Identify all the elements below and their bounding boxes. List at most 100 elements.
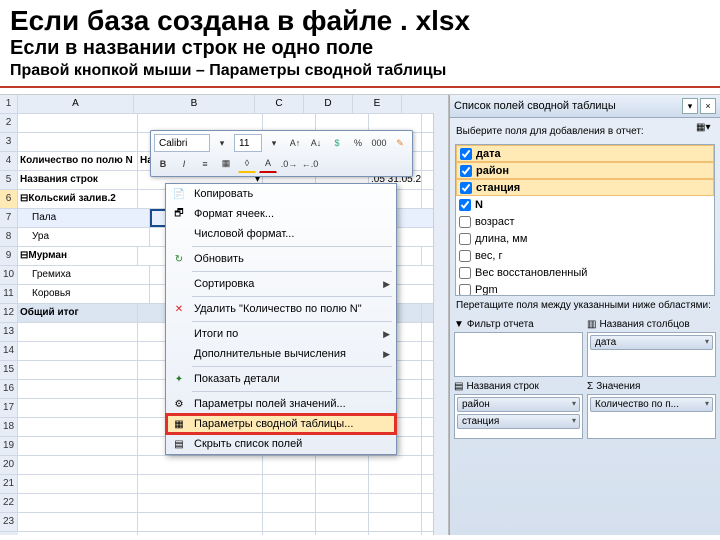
font-name-combo[interactable]: Calibri [154, 134, 210, 152]
field-checkbox[interactable] [460, 148, 472, 160]
field-list-item[interactable]: Вес восстановленный [456, 264, 714, 281]
ctx-field-params[interactable]: ⚙Параметры полей значений... [166, 394, 396, 414]
filter-zone[interactable] [454, 332, 583, 377]
row-header[interactable]: 6 [0, 190, 18, 209]
row-header[interactable]: 20 [0, 456, 18, 475]
field-list-item[interactable]: N [456, 196, 714, 213]
field-checkbox[interactable] [459, 250, 471, 262]
field-list-item[interactable]: станция [456, 179, 714, 196]
dropdown-icon[interactable]: ▾ [265, 134, 283, 152]
close-icon[interactable]: × [700, 98, 716, 114]
field-chip[interactable]: Количество по п... [590, 397, 713, 412]
row-header[interactable]: 4 [0, 152, 18, 171]
chevron-right-icon: ▶ [383, 279, 390, 290]
field-checkbox[interactable] [459, 199, 471, 211]
row-header[interactable]: 23 [0, 513, 18, 532]
field-list-item[interactable]: вес, г [456, 247, 714, 264]
row-header[interactable]: 18 [0, 418, 18, 437]
row-header[interactable]: 10 [0, 266, 18, 285]
paintbrush-icon[interactable]: ✎ [391, 134, 409, 152]
col-header[interactable]: A [18, 95, 134, 113]
fill-color-icon[interactable]: ◊ [238, 154, 256, 173]
scrollbar-vertical[interactable] [433, 113, 448, 535]
col-header[interactable]: E [353, 95, 402, 113]
accounting-format-icon[interactable]: $ [328, 134, 346, 152]
dropdown-icon[interactable]: ▾ [213, 134, 231, 152]
row-header[interactable]: 11 [0, 285, 18, 304]
row-header[interactable]: 16 [0, 380, 18, 399]
grow-font-icon[interactable]: A↑ [286, 134, 304, 152]
ctx-number-format[interactable]: Числовой формат... [166, 224, 396, 244]
italic-icon[interactable]: I [175, 155, 193, 173]
dropdown-icon[interactable]: ▾ [682, 98, 698, 114]
row-header[interactable]: 12 [0, 304, 18, 323]
row-header[interactable]: 7 [0, 209, 18, 228]
align-center-icon[interactable]: ≡ [196, 155, 214, 173]
row-header[interactable]: 14 [0, 342, 18, 361]
row-header[interactable]: 2 [0, 114, 18, 133]
field-list-item[interactable]: район [456, 162, 714, 179]
field-checkbox[interactable] [460, 182, 472, 194]
context-menu: 📄Копировать 🗗Формат ячеек... Числовой фо… [165, 183, 397, 455]
bold-icon[interactable]: B [154, 155, 172, 173]
layout-options-icon[interactable]: ▦▾ [696, 122, 714, 140]
ctx-refresh[interactable]: ↻Обновить [166, 249, 396, 269]
row-header[interactable]: 17 [0, 399, 18, 418]
col-header[interactable]: D [304, 95, 353, 113]
ctx-format-cells[interactable]: 🗗Формат ячеек... [166, 204, 396, 224]
row-header[interactable]: 19 [0, 437, 18, 456]
increase-decimal-icon[interactable]: .0→ [280, 155, 298, 173]
row-header[interactable]: 5 [0, 171, 18, 190]
font-color-icon[interactable]: A [259, 154, 277, 173]
field-list[interactable]: датарайонстанцияNвозрастдлина, ммвес, гВ… [455, 144, 715, 296]
comma-format-icon[interactable]: 000 [370, 134, 388, 152]
slide-subtitle: Если в названии строк не одно поле [0, 37, 720, 60]
row-header[interactable]: 22 [0, 494, 18, 513]
worksheet-grid[interactable]: 1234567891011121314151617181920212223 A … [0, 95, 449, 535]
values-zone[interactable]: Количество по п... [587, 394, 716, 439]
shrink-font-icon[interactable]: A↓ [307, 134, 325, 152]
field-list-item[interactable]: возраст [456, 213, 714, 230]
ctx-hide-field-list[interactable]: ▤Скрыть список полей [166, 434, 396, 454]
col-header[interactable]: B [134, 95, 255, 113]
columns-zone[interactable]: дата [587, 332, 716, 377]
ctx-pivot-params[interactable]: ▦Параметры сводной таблицы... [166, 414, 396, 434]
row-header[interactable]: 15 [0, 361, 18, 380]
field-chip[interactable]: станция [457, 414, 580, 429]
ctx-show-details[interactable]: ✦Показать детали [166, 369, 396, 389]
field-list-item[interactable]: длина, мм [456, 230, 714, 247]
row-header[interactable]: 13 [0, 323, 18, 342]
border-icon[interactable]: ▦ [217, 155, 235, 173]
ctx-copy[interactable]: 📄Копировать [166, 184, 396, 204]
ctx-delete-field[interactable]: ✕Удалить "Количество по полю N" [166, 299, 396, 319]
ctx-additional-calc[interactable]: Дополнительные вычисления▶ [166, 344, 396, 364]
drag-caption: Перетащите поля между указанными ниже об… [450, 296, 720, 315]
ctx-totals[interactable]: Итоги по▶ [166, 324, 396, 344]
ctx-sort[interactable]: Сортировка▶ [166, 274, 396, 294]
divider-red [0, 86, 720, 88]
field-chip[interactable]: дата [590, 335, 713, 350]
columns-icon: ▥ [587, 319, 596, 330]
field-list-item[interactable]: дата [456, 145, 714, 162]
font-size-combo[interactable]: 11 [234, 134, 262, 152]
field-list-item[interactable]: Pgm [456, 281, 714, 296]
rows-zone[interactable]: район станция [454, 394, 583, 439]
field-checkbox[interactable] [459, 284, 471, 296]
field-checkbox[interactable] [459, 267, 471, 279]
chevron-right-icon: ▶ [383, 349, 390, 360]
field-checkbox[interactable] [460, 165, 472, 177]
decrease-decimal-icon[interactable]: ←.0 [301, 155, 319, 173]
row-header[interactable]: 9 [0, 247, 18, 266]
col-header[interactable]: C [255, 95, 304, 113]
field-checkbox[interactable] [459, 216, 471, 228]
field-chip[interactable]: район [457, 397, 580, 412]
settings-icon: ⚙ [168, 395, 190, 413]
row-header[interactable]: 3 [0, 133, 18, 152]
row-header[interactable]: 1 [0, 95, 18, 114]
row-header[interactable]: 21 [0, 475, 18, 494]
row-header[interactable]: 8 [0, 228, 18, 247]
percent-format-icon[interactable]: % [349, 134, 367, 152]
rows-icon: ▤ [454, 381, 463, 392]
field-checkbox[interactable] [459, 233, 471, 245]
mini-toolbar: Calibri ▾ 11 ▾ A↑ A↓ $ % 000 ✎ B I ≡ ▦ ◊… [150, 130, 413, 177]
